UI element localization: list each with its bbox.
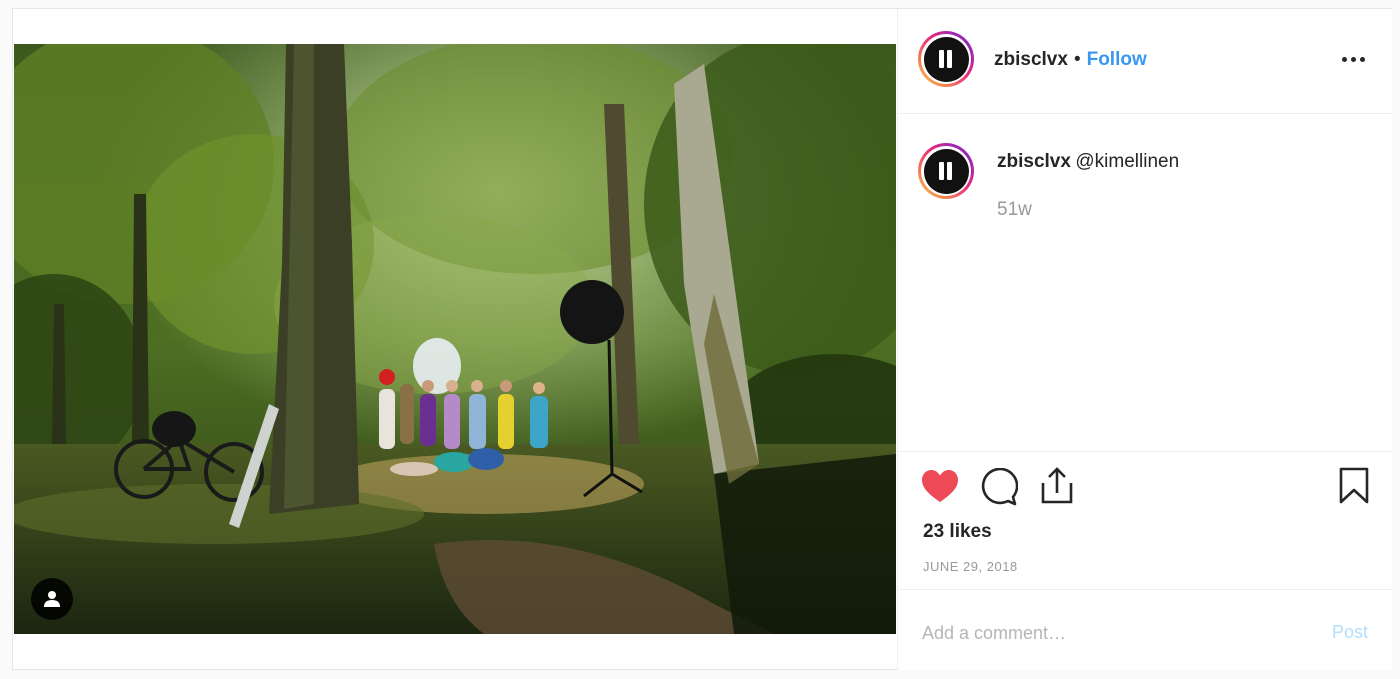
likes-count[interactable]: 23 likes (923, 521, 992, 543)
profile-logo-icon (923, 36, 969, 82)
post-header: zbisclvx • Follow (898, 9, 1392, 114)
post-date: JUNE 29, 2018 (923, 559, 1018, 574)
tag-people-button[interactable] (31, 578, 73, 620)
save-button[interactable] (1339, 467, 1369, 510)
caption-avatar[interactable] (918, 143, 974, 199)
like-button[interactable] (921, 469, 959, 510)
post-sidebar: zbisclvx • Follow zbisclvx @kimellinen 51w (897, 9, 1392, 670)
post-comment-button[interactable]: Post (1332, 622, 1368, 643)
header-user-line: zbisclvx • Follow (994, 49, 1147, 71)
heart-icon (922, 470, 958, 502)
caption-mention[interactable]: @kimellinen (1075, 151, 1179, 172)
user-icon (44, 591, 60, 607)
comment-input[interactable] (922, 620, 1302, 646)
forest-photo (14, 44, 896, 634)
avatar[interactable] (918, 31, 974, 87)
bookmark-icon (1339, 467, 1369, 504)
comment-button[interactable] (980, 467, 1019, 511)
comment-bar: Post (898, 589, 1392, 671)
comment-icon (981, 467, 1019, 506)
profile-logo-icon (923, 148, 969, 194)
caption-time: 51w (997, 199, 1032, 220)
more-options-button[interactable] (1338, 49, 1368, 69)
share-icon (1041, 467, 1073, 504)
post-photo[interactable] (14, 44, 896, 634)
share-button[interactable] (1039, 467, 1075, 510)
caption-username[interactable]: zbisclvx (997, 151, 1071, 172)
header-username[interactable]: zbisclvx (994, 49, 1068, 70)
header-separator: • (1073, 49, 1081, 70)
more-dots-icon (1341, 56, 1347, 62)
follow-button[interactable]: Follow (1087, 49, 1147, 70)
caption: zbisclvx @kimellinen (997, 151, 1179, 173)
